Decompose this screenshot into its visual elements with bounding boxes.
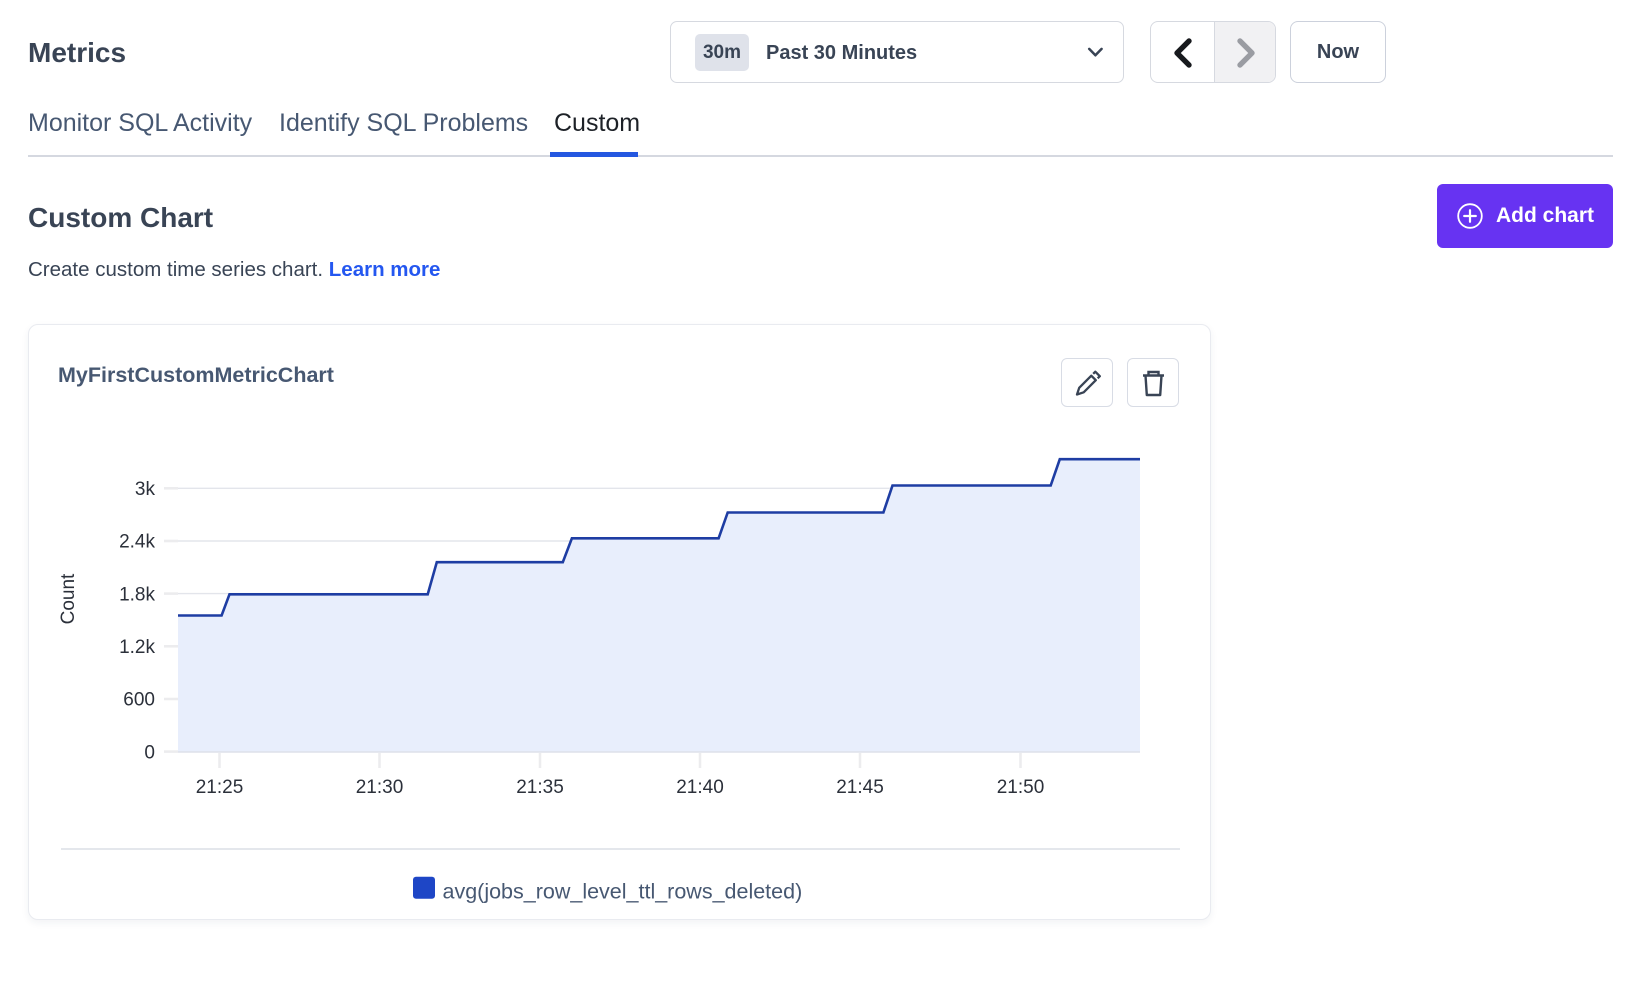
svg-text:3k: 3k	[135, 479, 156, 500]
svg-text:21:45: 21:45	[836, 777, 884, 798]
svg-text:21:25: 21:25	[196, 777, 244, 798]
svg-text:600: 600	[123, 690, 155, 711]
svg-text:1.8k: 1.8k	[119, 584, 155, 605]
svg-text:1.2k: 1.2k	[119, 637, 155, 658]
svg-text:avg(jobs_row_level_ttl_rows_de: avg(jobs_row_level_ttl_rows_deleted)	[443, 880, 803, 904]
svg-text:0: 0	[144, 742, 155, 763]
svg-text:21:40: 21:40	[676, 777, 724, 798]
svg-text:21:35: 21:35	[516, 777, 564, 798]
svg-text:21:50: 21:50	[997, 777, 1045, 798]
svg-text:2.4k: 2.4k	[119, 532, 155, 553]
svg-text:21:30: 21:30	[356, 777, 404, 798]
svg-text:Count: Count	[58, 573, 79, 624]
